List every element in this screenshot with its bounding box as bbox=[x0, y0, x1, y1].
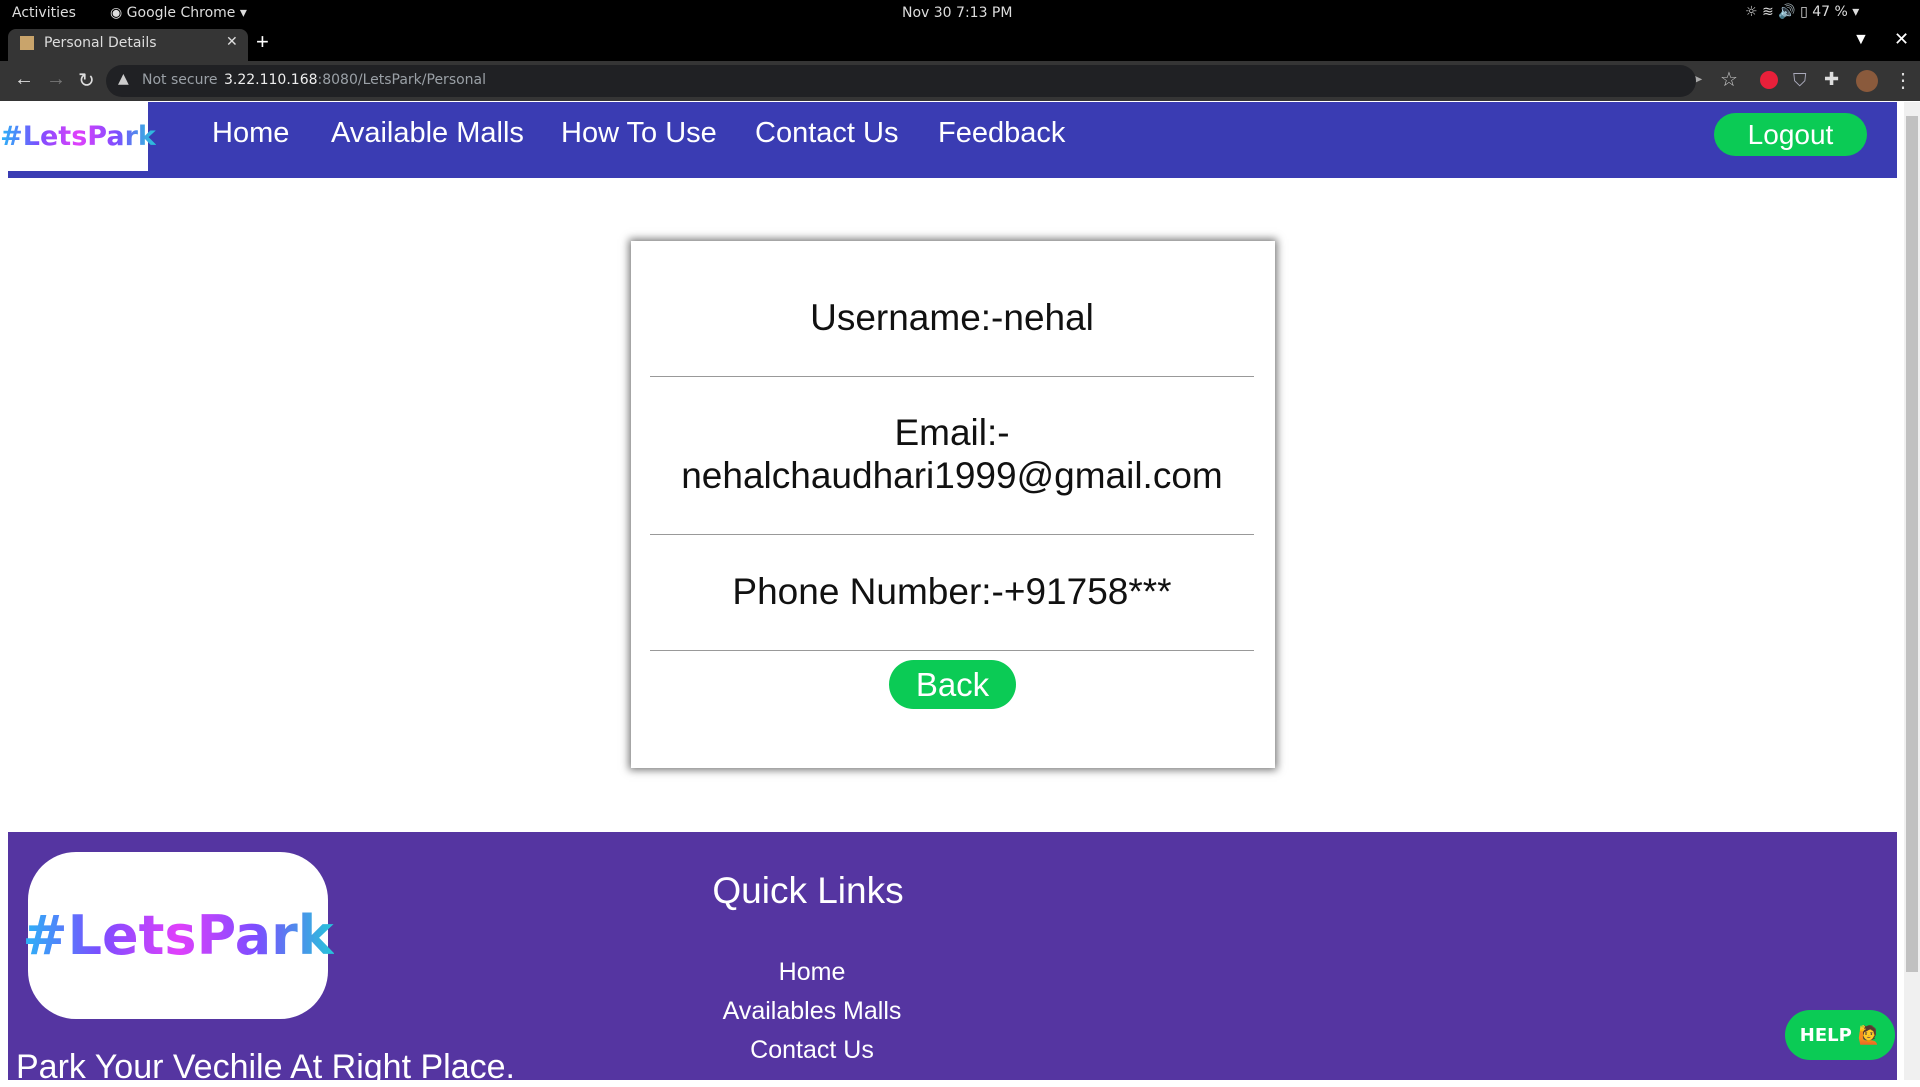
footer-logo: #LetsPark bbox=[22, 852, 334, 1019]
adblock-icon[interactable] bbox=[1760, 71, 1778, 89]
nav-home[interactable]: Home bbox=[212, 117, 289, 150]
close-tab-icon[interactable]: ✕ bbox=[226, 34, 238, 50]
divider bbox=[650, 650, 1254, 651]
tab-strip: + ▼ ✕ bbox=[0, 27, 1920, 61]
phone-field: Phone Number:-+91758*** bbox=[732, 571, 1172, 612]
scrollbar-thumb[interactable] bbox=[1906, 116, 1918, 972]
nav-contact-us[interactable]: Contact Us bbox=[755, 117, 898, 150]
back-icon[interactable]: ← bbox=[14, 68, 34, 91]
tab-personal-details[interactable]: Personal Details ✕ bbox=[8, 29, 248, 61]
email-label: Email:- bbox=[894, 412, 1010, 453]
url-host: 3.22.110.168 bbox=[224, 72, 318, 88]
menu-kebab-icon[interactable]: ⋮ bbox=[1893, 68, 1913, 93]
email-value: nehalchaudhari1999@gmail.com bbox=[681, 455, 1223, 496]
close-window-icon[interactable]: ✕ bbox=[1894, 29, 1909, 50]
forward-icon[interactable]: → bbox=[46, 68, 66, 91]
person-raising-hand-icon: 🙋 bbox=[1857, 1024, 1881, 1046]
footer-tagline: Park Your Vechile At Right Place. bbox=[16, 1048, 515, 1086]
favicon-icon bbox=[20, 36, 34, 50]
logo-text: #LetsPark bbox=[0, 121, 156, 152]
security-label: Not secure bbox=[142, 72, 218, 88]
profile-avatar[interactable] bbox=[1856, 70, 1878, 92]
app-menu[interactable]: ◉ Google Chrome ▾ bbox=[110, 5, 247, 21]
tab-search-icon[interactable]: ▼ bbox=[1853, 31, 1869, 49]
tab-title: Personal Details bbox=[44, 35, 157, 51]
reload-icon[interactable]: ↻ bbox=[78, 68, 95, 93]
site-logo[interactable]: #LetsPark bbox=[0, 102, 156, 174]
status-icons[interactable]: ☼ ≋ 🔊 ▯ 47 % ▾ bbox=[1745, 4, 1859, 20]
bookmark-star-icon[interactable]: ☆ bbox=[1720, 67, 1738, 92]
help-button[interactable]: HELP 🙋 bbox=[1785, 1010, 1895, 1060]
username-field: Username:-nehal bbox=[810, 297, 1094, 338]
divider bbox=[650, 534, 1254, 535]
address-bar[interactable]: ▲ Not secure 3.22.110.168:8080/LetsPark/… bbox=[106, 65, 1696, 97]
footer-link-available-malls[interactable]: Availables Malls bbox=[640, 997, 984, 1026]
footer-link-contact-us[interactable]: Contact Us bbox=[640, 1036, 984, 1065]
system-top-bar: Activities ◉ Google Chrome ▾ Nov 30 7:13… bbox=[0, 0, 1920, 27]
chrome-icon: ◉ bbox=[110, 5, 127, 21]
help-label: HELP bbox=[1799, 1024, 1852, 1046]
quick-links-title: Quick Links bbox=[712, 870, 904, 911]
extensions-puzzle-icon[interactable]: ✚ bbox=[1824, 69, 1839, 90]
page-scrollbar[interactable] bbox=[1904, 102, 1920, 1080]
footer-logo-text: #LetsPark bbox=[22, 904, 334, 967]
divider bbox=[650, 376, 1254, 377]
nav-available-malls[interactable]: Available Malls bbox=[331, 117, 524, 150]
footer-link-home[interactable]: Home bbox=[640, 958, 984, 987]
shield-extension-icon[interactable]: ⛉ bbox=[1793, 70, 1807, 91]
app-name: Google Chrome bbox=[126, 5, 236, 21]
back-button[interactable]: Back bbox=[889, 660, 1016, 709]
nav-feedback[interactable]: Feedback bbox=[938, 117, 1065, 150]
url-path: :8080/LetsPark/Personal bbox=[317, 72, 487, 88]
warning-icon: ▲ bbox=[118, 71, 129, 87]
battery-level: 47 % bbox=[1812, 4, 1848, 20]
new-tab-button[interactable]: + bbox=[256, 29, 269, 55]
nav-how-to-use[interactable]: How To Use bbox=[561, 117, 717, 150]
logout-button[interactable]: Logout bbox=[1714, 113, 1867, 156]
activities-button[interactable]: Activities bbox=[12, 5, 76, 21]
clock[interactable]: Nov 30 7:13 PM bbox=[902, 5, 1012, 21]
